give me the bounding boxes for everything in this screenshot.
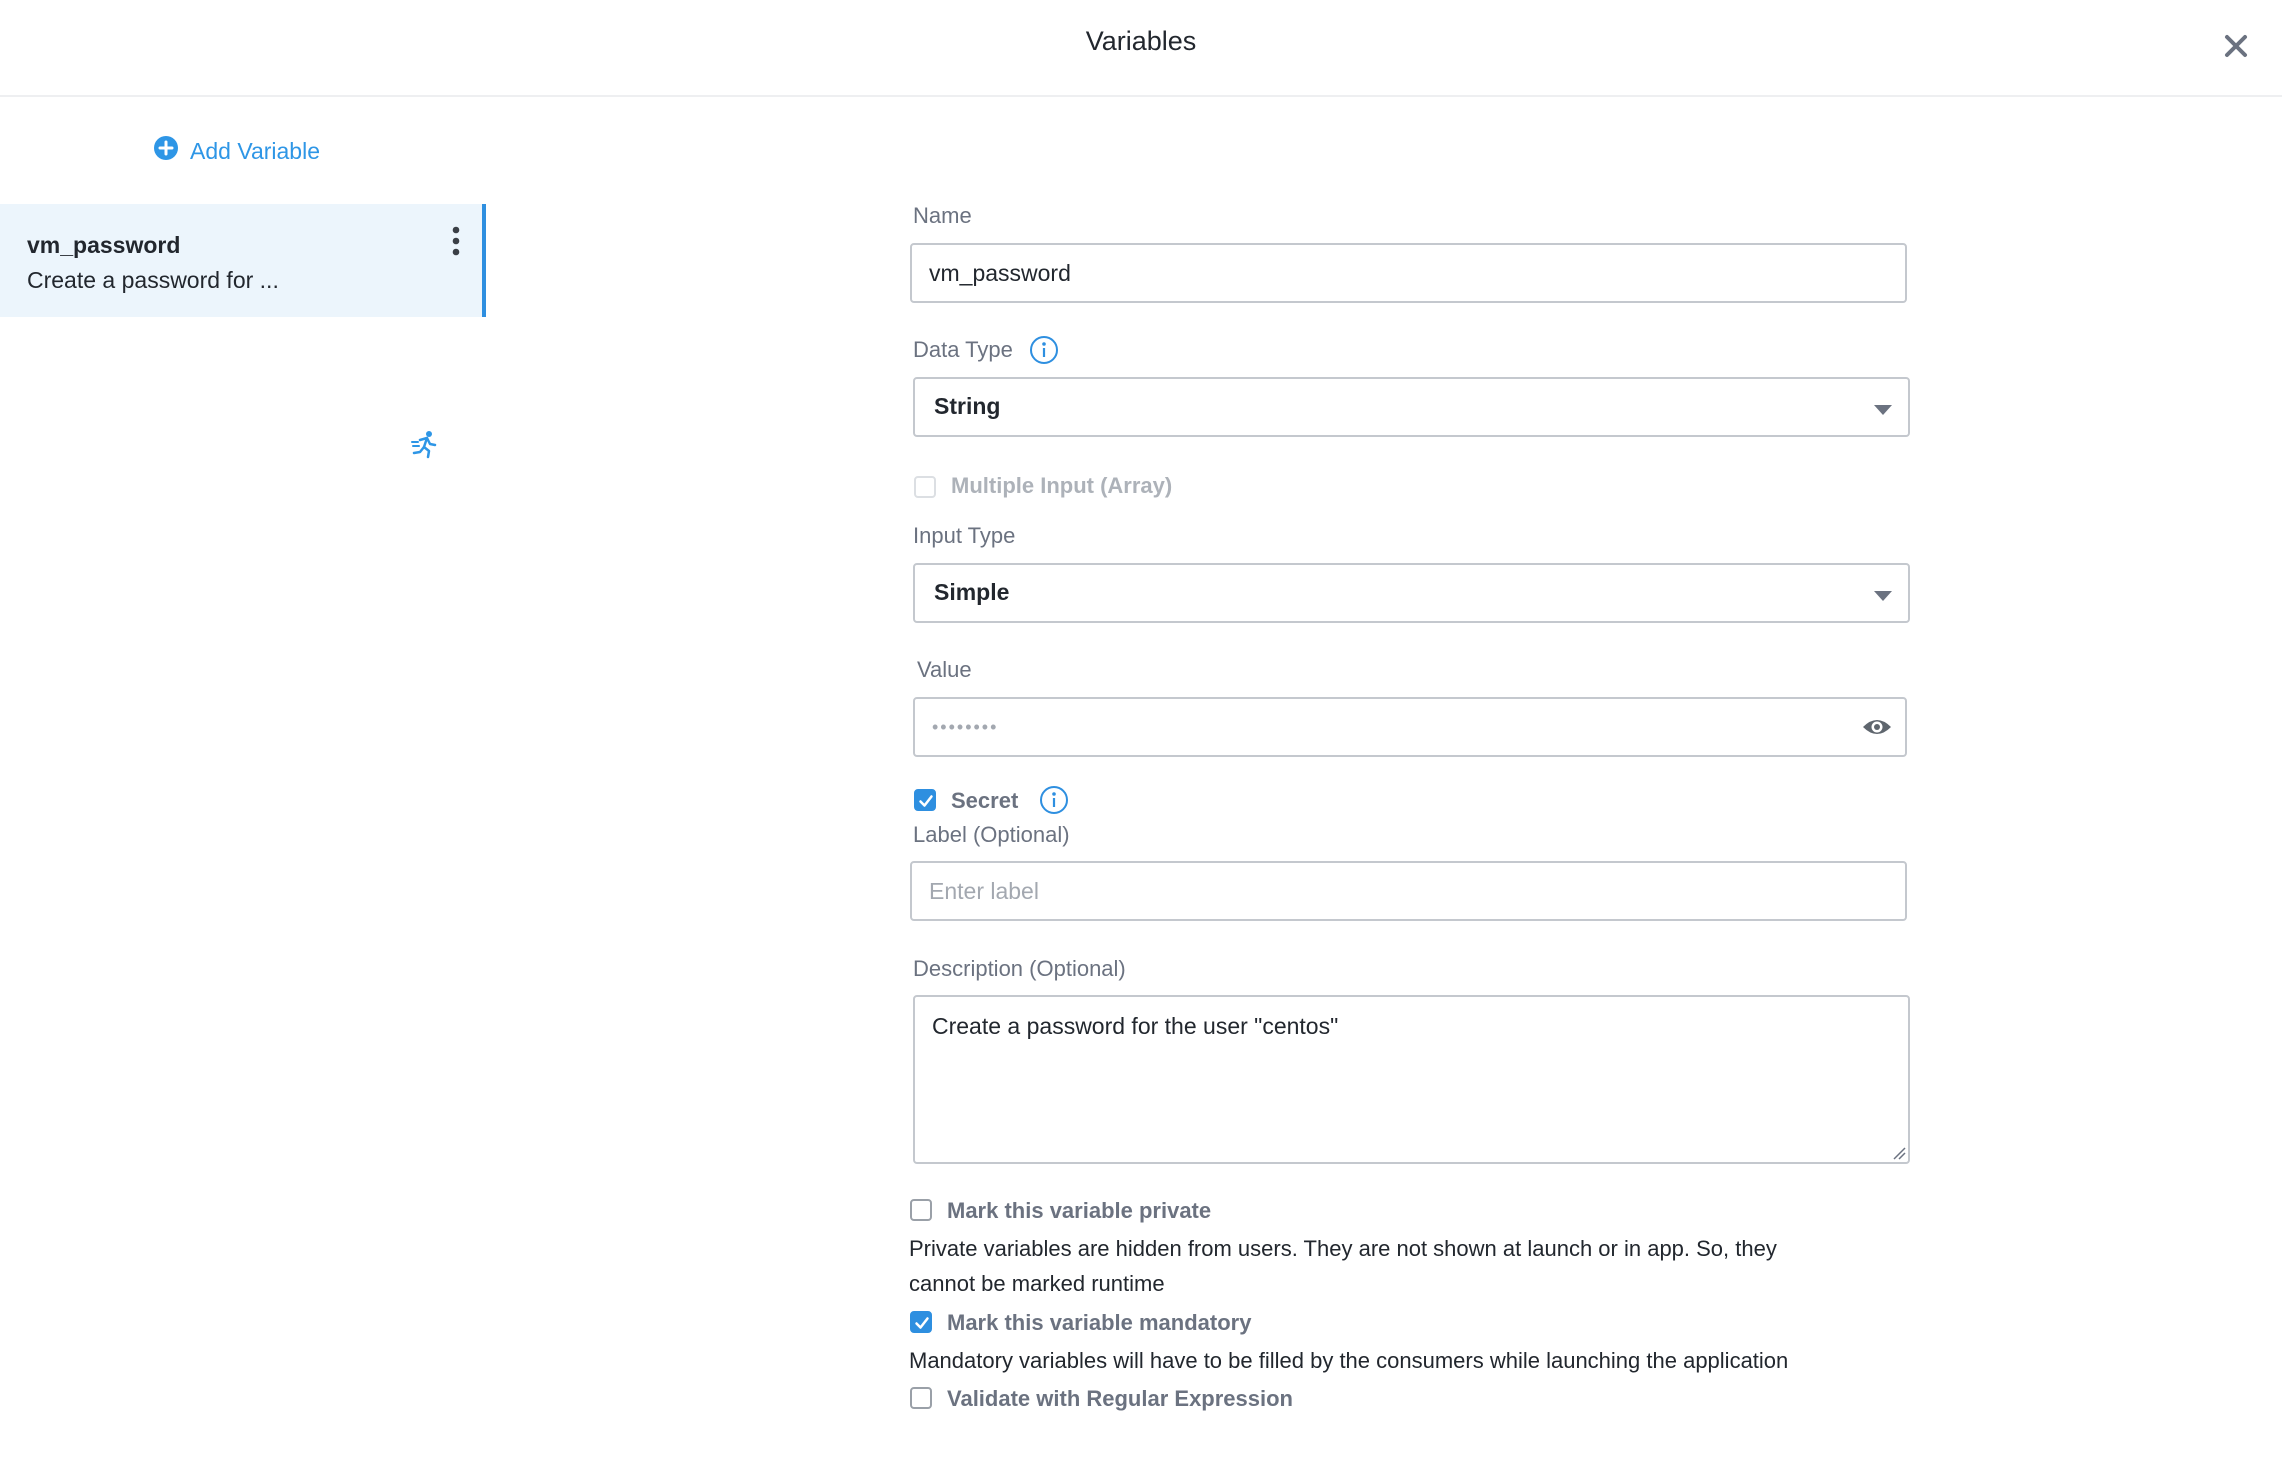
value-label: Value xyxy=(917,657,972,682)
kebab-menu-icon[interactable] xyxy=(446,224,466,258)
description-textarea[interactable]: Create a password for the user "centos" xyxy=(915,997,1908,1162)
variable-item-name: vm_password xyxy=(27,232,181,258)
private-checkbox[interactable] xyxy=(910,1199,932,1221)
data-type-select[interactable]: String xyxy=(913,377,1910,437)
name-label: Name xyxy=(913,203,972,228)
regex-checkbox[interactable] xyxy=(910,1387,932,1409)
data-type-label: Data Type xyxy=(913,337,1013,362)
add-variable-button[interactable]: Add Variable xyxy=(153,136,320,166)
chevron-down-icon xyxy=(1874,405,1892,415)
plus-circle-icon xyxy=(153,135,179,167)
mandatory-label: Mark this variable mandatory xyxy=(947,1310,1252,1335)
multiple-input-label: Multiple Input (Array) xyxy=(951,473,1173,498)
variable-list-item[interactable]: vm_password Create a password for ... xyxy=(0,204,486,459)
eye-icon[interactable] xyxy=(1861,715,1893,744)
value-input[interactable] xyxy=(915,699,1905,755)
input-type-value: Simple xyxy=(934,579,1010,605)
regex-label: Validate with Regular Expression xyxy=(947,1386,1293,1411)
private-help-line1: Private variables are hidden from users.… xyxy=(909,1236,1777,1261)
modal-title: Variables xyxy=(1085,26,1197,56)
description-field[interactable]: Create a password for the user "centos" xyxy=(913,995,1910,1164)
label-field-label: Label (Optional) xyxy=(913,822,1070,847)
private-help-line2: cannot be marked runtime xyxy=(909,1271,1165,1296)
input-type-select[interactable]: Simple xyxy=(913,563,1910,623)
secret-label: Secret xyxy=(951,788,1019,813)
runner-icon[interactable] xyxy=(410,429,438,459)
mandatory-checkbox[interactable] xyxy=(910,1311,932,1333)
value-field[interactable] xyxy=(913,697,1907,757)
name-input[interactable] xyxy=(912,245,1905,301)
name-field[interactable] xyxy=(910,243,1907,303)
resize-grip-icon[interactable] xyxy=(1892,1146,1906,1160)
info-icon[interactable] xyxy=(1029,335,1059,365)
info-icon[interactable] xyxy=(1039,785,1069,815)
input-type-label: Input Type xyxy=(913,523,1016,548)
description-label: Description (Optional) xyxy=(913,956,1126,981)
multiple-input-checkbox[interactable] xyxy=(914,476,936,498)
secret-checkbox[interactable] xyxy=(914,789,936,811)
label-field[interactable] xyxy=(910,861,1907,921)
chevron-down-icon xyxy=(1874,591,1892,601)
close-icon[interactable] xyxy=(2216,26,2256,66)
private-label: Mark this variable private xyxy=(947,1198,1212,1223)
label-input[interactable] xyxy=(912,863,1905,919)
add-variable-label: Add Variable xyxy=(190,137,320,164)
modal-header: Variables xyxy=(0,0,2282,97)
variable-item-description: Create a password for ... xyxy=(27,267,279,293)
data-type-value: String xyxy=(934,393,1001,419)
mandatory-help: Mandatory variables will have to be fill… xyxy=(909,1348,1789,1373)
